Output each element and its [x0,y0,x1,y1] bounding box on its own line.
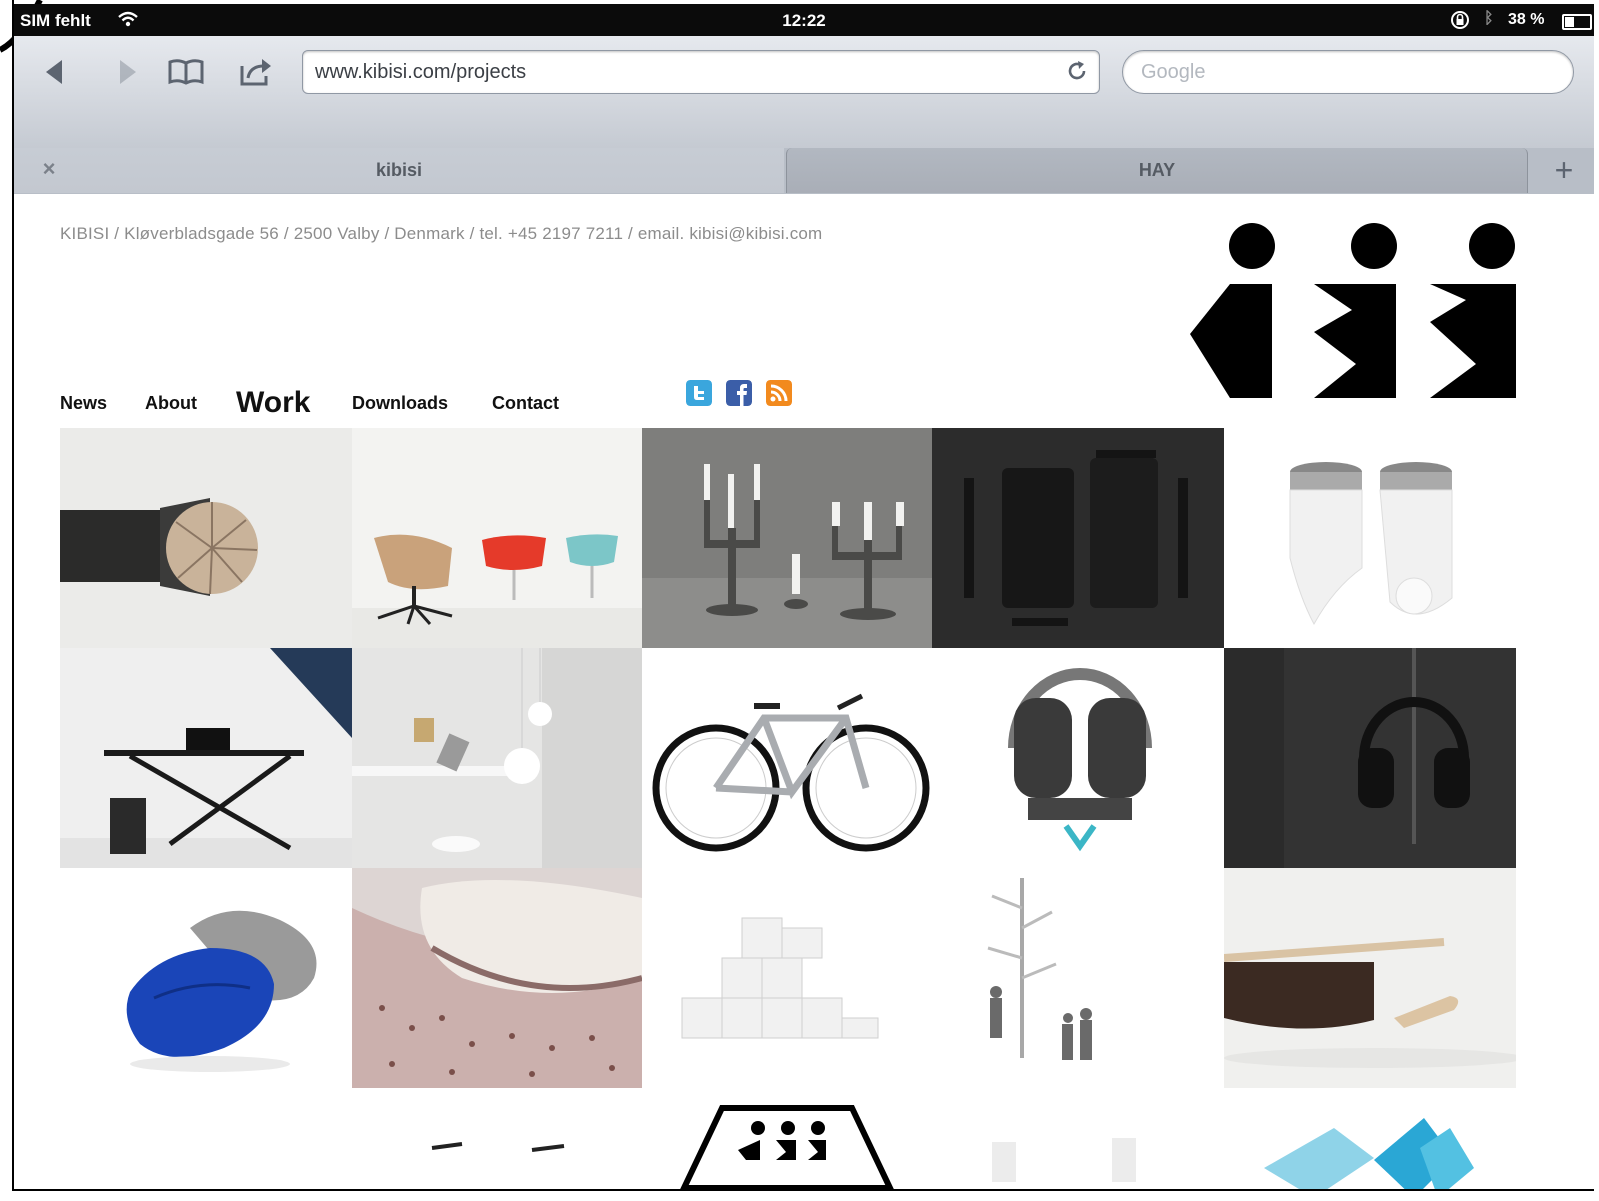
browser-toolbar: www.kibisi.com/projects Google [14,36,1594,149]
project-tile-desk[interactable] [60,648,352,868]
nav-contact[interactable]: Contact [492,393,559,414]
forward-icon[interactable] [106,52,146,92]
project-grid [60,428,1524,1190]
url-field[interactable]: www.kibisi.com/projects [302,50,1100,94]
new-tab-icon[interactable]: + [1534,148,1594,193]
tab-label: HAY [1138,160,1176,180]
nav-about[interactable]: About [145,393,197,414]
project-tile-white-objects[interactable] [932,1088,1224,1190]
screen-frame-left [0,0,12,1199]
project-tile-candelabras[interactable] [642,428,932,648]
project-tile-headphones-white[interactable] [932,648,1224,868]
share-icon[interactable] [236,52,276,92]
search-field[interactable]: Google [1122,50,1574,94]
rotation-lock-icon [1451,11,1469,29]
search-placeholder[interactable]: Google [1141,61,1206,84]
project-tile-bicycle[interactable] [642,648,932,868]
project-tile-speakers[interactable] [1224,428,1516,648]
web-page: KIBISI / Kløverbladsgade 56 / 2500 Valby… [14,194,1594,1190]
tab-hay[interactable]: HAY [786,148,1528,193]
battery-icon [1562,14,1596,30]
project-tile-stools[interactable] [352,1088,642,1190]
project-tile-lounge-chairs[interactable] [352,428,642,648]
contact-line: KIBISI / Kløverbladsgade 56 / 2500 Valby… [60,224,823,243]
battery-percent: 38 % [1508,11,1545,28]
project-tile-pan[interactable] [1224,868,1516,1088]
facebook-icon[interactable] [726,380,752,406]
project-tile-kibisi-logo[interactable] [642,1088,932,1190]
bookmarks-icon[interactable] [166,52,206,92]
screen-frame-right [1594,0,1599,1199]
nav-downloads[interactable]: Downloads [352,393,448,414]
project-tile-lamps-room[interactable] [352,648,642,868]
tab-label: kibisi [375,160,423,180]
project-tile-cushion-detail[interactable] [352,868,642,1088]
back-icon[interactable] [36,52,76,92]
nav-work[interactable]: Work [236,386,310,420]
close-tab-icon[interactable]: × [38,158,60,180]
rss-icon[interactable] [766,380,792,406]
project-tile-phone-cases[interactable] [932,428,1224,648]
bluetooth-icon: ᛒ [1484,10,1494,27]
project-tile-shelving[interactable] [642,868,932,1088]
status-bar: SIM fehlt 12:22 ᛒ 38 % [14,4,1596,36]
kibisi-logo[interactable] [1184,222,1524,408]
twitter-icon[interactable] [686,380,712,406]
project-tile-headphones-dark[interactable] [1224,648,1516,868]
tab-bar: × kibisi HAY + [14,148,1594,194]
project-tile-blue-pouf[interactable] [60,868,352,1088]
project-tile-tree-sculpture[interactable] [932,868,1224,1088]
url-text[interactable]: www.kibisi.com/projects [315,61,526,84]
screen-frame-bottom [12,1189,1594,1201]
nav-news[interactable]: News [60,393,107,414]
clock: 12:22 [782,11,826,30]
project-tile-wooden-pendant[interactable] [60,428,352,648]
project-tile-blue-chairs[interactable] [1224,1088,1516,1190]
reload-icon[interactable] [1065,59,1089,83]
tab-kibisi[interactable]: × kibisi [14,148,784,193]
